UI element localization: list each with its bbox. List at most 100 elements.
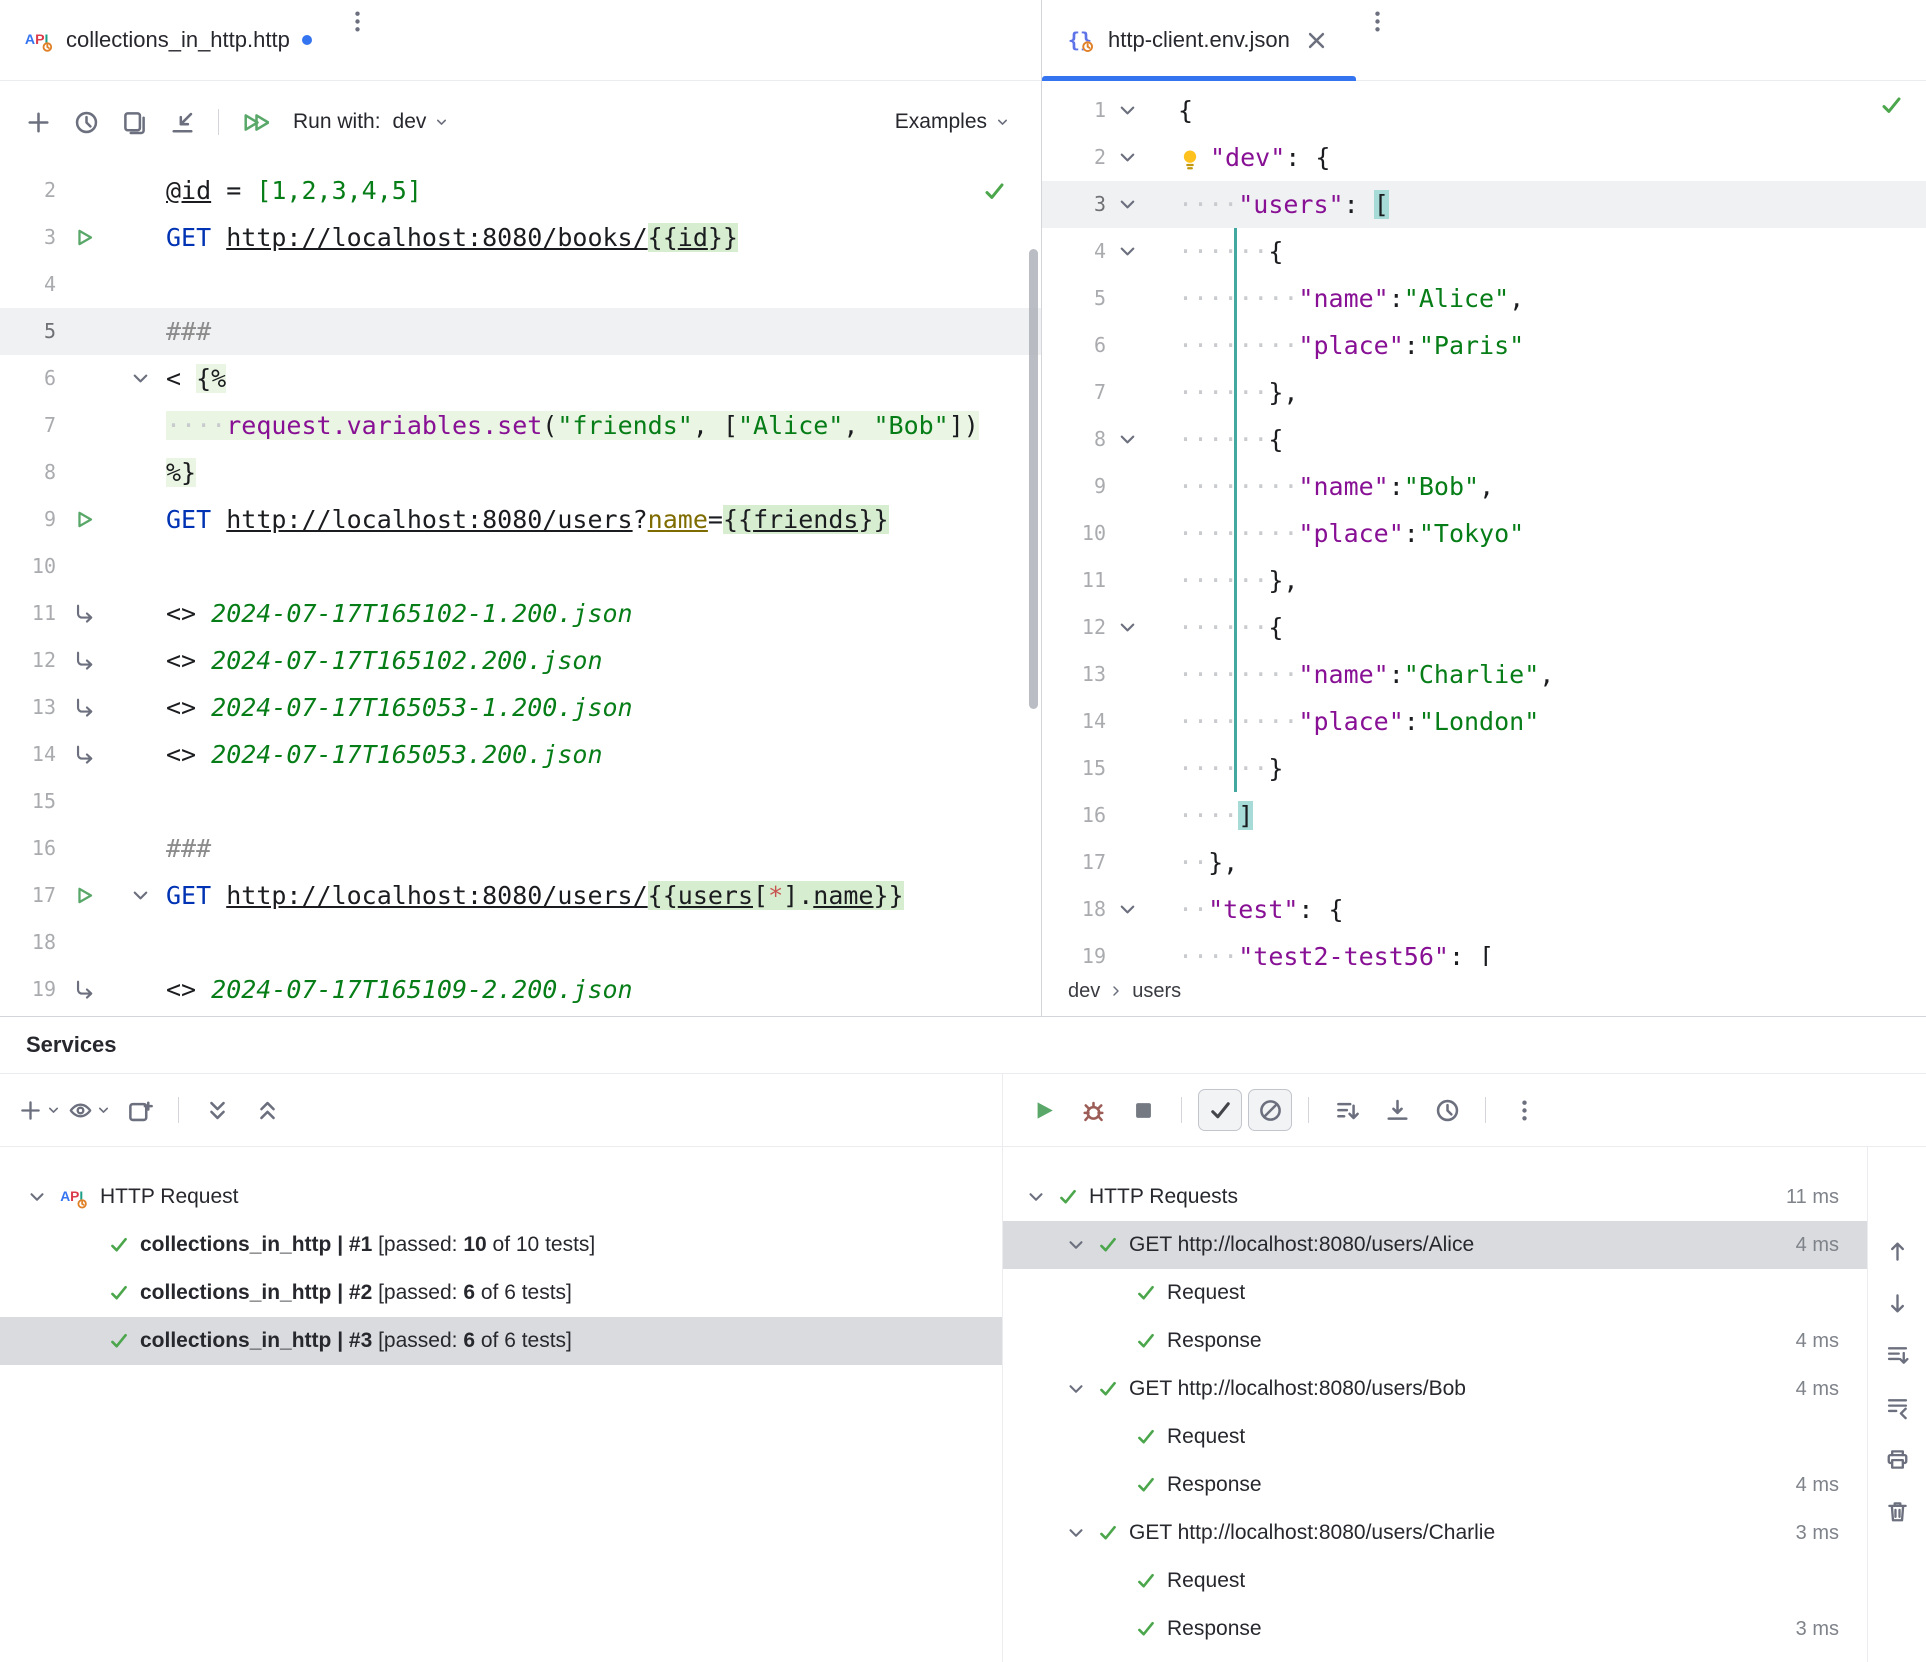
previous-occurrence-icon[interactable] xyxy=(1877,1231,1917,1271)
print-icon[interactable] xyxy=(1877,1439,1917,1479)
editor-line-15[interactable]: 15······} xyxy=(1042,745,1926,792)
fold-chevron-icon[interactable] xyxy=(1116,616,1139,639)
expand-lines-icon[interactable] xyxy=(1877,1335,1917,1375)
response-file-icon[interactable] xyxy=(72,743,95,766)
editor-line-1[interactable]: 1{ xyxy=(1042,87,1926,134)
bulb-icon[interactable] xyxy=(1178,147,1202,171)
tab-http-client-env-json[interactable]: {} http-client.env.json xyxy=(1042,0,1356,80)
editor-line-7[interactable]: 7····request.variables.set("friends", ["… xyxy=(0,402,1041,449)
open-in-new-tab-icon[interactable] xyxy=(118,1089,162,1131)
request-row-2[interactable]: GET http://localhost:8080/users/Bob4 ms xyxy=(1003,1365,1867,1413)
test-run-row-2[interactable]: collections_in_http | #2 [passed: 6 of 6… xyxy=(0,1269,1002,1317)
chevron-down-icon[interactable] xyxy=(1065,1378,1087,1400)
fold-chevron-icon[interactable] xyxy=(1116,99,1139,122)
vertical-scrollbar[interactable] xyxy=(1029,249,1038,709)
navigate-lines-icon[interactable] xyxy=(1877,1387,1917,1427)
import-results-icon[interactable] xyxy=(1375,1089,1419,1131)
add-icon[interactable] xyxy=(16,101,60,143)
show-ignored-icon[interactable] xyxy=(1248,1089,1292,1131)
editor-line-19[interactable]: 19<> 2024-07-17T165109-2.200.json xyxy=(0,966,1041,1013)
editor-line-18[interactable]: 18 xyxy=(0,919,1041,966)
editor-line-6[interactable]: 6< {% xyxy=(0,355,1041,402)
editor-line-3[interactable]: 3····"users": [ xyxy=(1042,181,1926,228)
editor-line-10[interactable]: 10········"place":"Tokyo" xyxy=(1042,510,1926,557)
test-history-icon[interactable] xyxy=(1425,1089,1469,1131)
response-file-icon[interactable] xyxy=(72,602,95,625)
more-options-icon[interactable] xyxy=(1356,0,1400,42)
editor-line-11[interactable]: 11<> 2024-07-17T165102-1.200.json xyxy=(0,590,1041,637)
request-child-row[interactable]: Request xyxy=(1003,1413,1867,1461)
collapse-all-icon[interactable] xyxy=(245,1089,289,1131)
expand-all-icon[interactable] xyxy=(195,1089,239,1131)
editor-line-5[interactable]: 5········"name":"Alice", xyxy=(1042,275,1926,322)
editor-line-13[interactable]: 13<> 2024-07-17T165053-1.200.json xyxy=(0,684,1041,731)
more-options-icon[interactable] xyxy=(336,0,380,42)
add-icon[interactable] xyxy=(18,1089,62,1131)
inspections-passed-icon[interactable] xyxy=(1879,93,1904,118)
fold-chevron-icon[interactable] xyxy=(129,884,152,907)
response-file-icon[interactable] xyxy=(72,649,95,672)
editor-line-2[interactable]: 2"dev": { xyxy=(1042,134,1926,181)
editor-line-12[interactable]: 12······{ xyxy=(1042,604,1926,651)
editor-line-11[interactable]: 11······}, xyxy=(1042,557,1926,604)
tab-collections-in-http[interactable]: API collections_in_http.http xyxy=(0,0,336,80)
editor-line-8[interactable]: 8%} xyxy=(0,449,1041,496)
editor-line-3[interactable]: 3GET http://localhost:8080/books/{{id}} xyxy=(0,214,1041,261)
history-icon[interactable] xyxy=(64,101,108,143)
service-root-row[interactable]: APIHTTP Request xyxy=(0,1173,1002,1221)
editor-line-7[interactable]: 7······}, xyxy=(1042,369,1926,416)
editor-line-4[interactable]: 4······{ xyxy=(1042,228,1926,275)
response-file-icon[interactable] xyxy=(72,978,95,1001)
test-run-row-3[interactable]: collections_in_http | #3 [passed: 6 of 6… xyxy=(0,1317,1002,1365)
chevron-down-icon[interactable] xyxy=(1065,1234,1087,1256)
fold-chevron-icon[interactable] xyxy=(1116,898,1139,921)
chevron-down-icon[interactable] xyxy=(1025,1186,1047,1208)
editor-line-14[interactable]: 14<> 2024-07-17T165053.200.json xyxy=(0,731,1041,778)
show-passed-icon[interactable] xyxy=(1198,1089,1242,1131)
editor-line-10[interactable]: 10 xyxy=(0,543,1041,590)
env-editor[interactable]: 1{2"dev": {3····"users": [4······{5·····… xyxy=(1042,81,1926,966)
run-icon[interactable] xyxy=(72,884,95,907)
editor-line-17[interactable]: 17GET http://localhost:8080/users/{{user… xyxy=(0,872,1041,919)
http-editor[interactable]: 2@id = [1,2,3,4,5]3GET http://localhost:… xyxy=(0,163,1041,1016)
next-occurrence-icon[interactable] xyxy=(1877,1283,1917,1323)
editor-line-16[interactable]: 16### xyxy=(0,825,1041,872)
run-icon[interactable] xyxy=(72,508,95,531)
fold-chevron-icon[interactable] xyxy=(1116,146,1139,169)
sort-by-duration-icon[interactable] xyxy=(1325,1089,1369,1131)
chevron-down-icon[interactable] xyxy=(1065,1522,1087,1544)
request-child-row[interactable]: Response4 ms xyxy=(1003,1461,1867,1509)
close-tab-icon[interactable] xyxy=(1302,25,1332,55)
debug-icon[interactable] xyxy=(1071,1089,1115,1131)
editor-line-13[interactable]: 13········"name":"Charlie", xyxy=(1042,651,1926,698)
stop-icon[interactable] xyxy=(1121,1089,1165,1131)
editor-line-14[interactable]: 14········"place":"London" xyxy=(1042,698,1926,745)
editor-line-8[interactable]: 8······{ xyxy=(1042,416,1926,463)
editor-line-5[interactable]: 5### xyxy=(0,308,1041,355)
chevron-down-icon[interactable] xyxy=(26,1186,48,1208)
request-child-row[interactable]: Response4 ms xyxy=(1003,1317,1867,1365)
delete-results-icon[interactable] xyxy=(1877,1491,1917,1531)
rerun-icon[interactable] xyxy=(1021,1089,1065,1131)
editor-line-4[interactable]: 4 xyxy=(0,261,1041,308)
editor-line-9[interactable]: 9GET http://localhost:8080/users?name={{… xyxy=(0,496,1041,543)
request-child-row[interactable]: Response3 ms xyxy=(1003,1605,1867,1653)
environment-select[interactable]: dev xyxy=(393,110,451,134)
fold-chevron-icon[interactable] xyxy=(129,367,152,390)
inspections-passed-icon[interactable] xyxy=(982,179,1007,204)
response-file-icon[interactable] xyxy=(72,696,95,719)
request-child-row[interactable]: Request xyxy=(1003,1557,1867,1605)
requests-root-row[interactable]: HTTP Requests11 ms xyxy=(1003,1173,1867,1221)
editor-line-6[interactable]: 6········"place":"Paris" xyxy=(1042,322,1926,369)
run-icon[interactable] xyxy=(72,226,95,249)
request-child-row[interactable]: Request xyxy=(1003,1269,1867,1317)
request-row-1[interactable]: GET http://localhost:8080/users/Alice4 m… xyxy=(1003,1221,1867,1269)
request-row-3[interactable]: GET http://localhost:8080/users/Charlie3… xyxy=(1003,1509,1867,1557)
editor-line-17[interactable]: 17··}, xyxy=(1042,839,1926,886)
editor-line-15[interactable]: 15 xyxy=(0,778,1041,825)
eye-icon[interactable] xyxy=(68,1089,112,1131)
editor-line-18[interactable]: 18··"test": { xyxy=(1042,886,1926,933)
fold-chevron-icon[interactable] xyxy=(1116,428,1139,451)
examples-dropdown[interactable]: Examples xyxy=(895,110,1025,134)
open-log-icon[interactable] xyxy=(160,101,204,143)
